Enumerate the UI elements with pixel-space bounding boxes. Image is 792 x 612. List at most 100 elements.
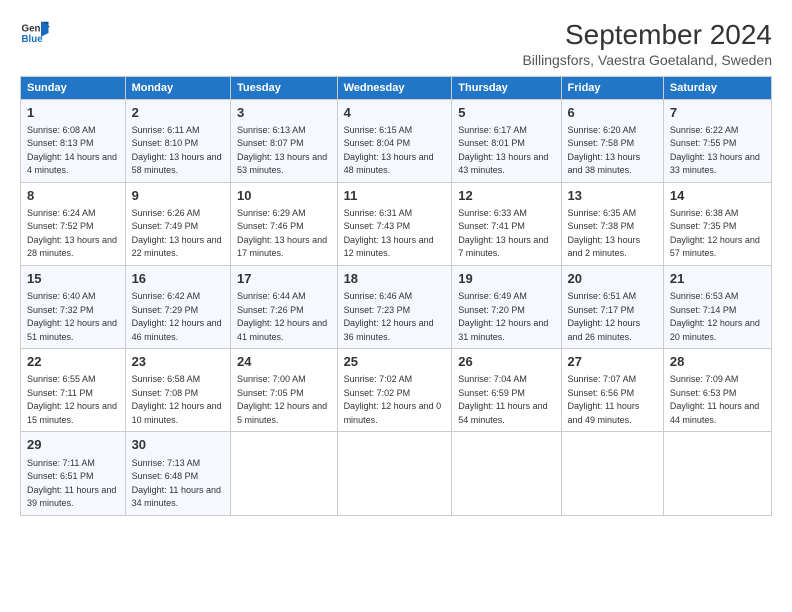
header: General Blue September 2024 Billingsfors… xyxy=(20,18,772,68)
day-header-friday: Friday xyxy=(561,76,663,99)
day-number: 20 xyxy=(568,270,657,288)
day-number: 21 xyxy=(670,270,765,288)
subtitle: Billingsfors, Vaestra Goetaland, Sweden xyxy=(522,52,772,68)
day-number: 30 xyxy=(132,436,224,454)
empty-cell xyxy=(561,432,663,515)
svg-text:Blue: Blue xyxy=(22,34,44,45)
day-number: 27 xyxy=(568,353,657,371)
day-info: Sunrise: 6:11 AMSunset: 8:10 PMDaylight:… xyxy=(132,124,224,178)
day-info: Sunrise: 6:22 AMSunset: 7:55 PMDaylight:… xyxy=(670,124,765,178)
day-number: 25 xyxy=(344,353,446,371)
day-number: 17 xyxy=(237,270,331,288)
day-cell-16: 16Sunrise: 6:42 AMSunset: 7:29 PMDayligh… xyxy=(125,265,230,348)
calendar-table: SundayMondayTuesdayWednesdayThursdayFrid… xyxy=(20,76,772,516)
title-block: September 2024 Billingsfors, Vaestra Goe… xyxy=(522,18,772,68)
page: General Blue September 2024 Billingsfors… xyxy=(0,0,792,612)
day-info: Sunrise: 6:51 AMSunset: 7:17 PMDaylight:… xyxy=(568,290,657,344)
day-cell-26: 26 Sunrise: 7:04 AMSunset: 6:59 PMDayligh… xyxy=(452,349,561,432)
day-info: Sunrise: 6:29 AMSunset: 7:46 PMDaylight:… xyxy=(237,207,331,261)
main-title: September 2024 xyxy=(522,18,772,52)
day-cell-29: 29Sunrise: 7:11 AMSunset: 6:51 PMDayligh… xyxy=(21,432,126,515)
day-info: Sunrise: 6:24 AMSunset: 7:52 PMDaylight:… xyxy=(27,207,119,261)
day-info: Sunrise: 7:11 AMSunset: 6:51 PMDaylight:… xyxy=(27,457,119,511)
day-header-monday: Monday xyxy=(125,76,230,99)
day-number: 15 xyxy=(27,270,119,288)
empty-cell xyxy=(231,432,338,515)
day-number: 12 xyxy=(458,187,554,205)
day-cell-13: 13Sunrise: 6:35 AMSunset: 7:38 PMDayligh… xyxy=(561,182,663,265)
day-info: Sunrise: 6:31 AMSunset: 7:43 PMDaylight:… xyxy=(344,207,446,261)
day-cell-30: 30Sunrise: 7:13 AMSunset: 6:48 PMDayligh… xyxy=(125,432,230,515)
day-cell-14: 14 Sunrise: 6:38 AMSunset: 7:35 PMDayligh… xyxy=(663,182,771,265)
day-info: Sunrise: 6:58 AMSunset: 7:08 PMDaylight:… xyxy=(132,373,224,427)
day-header-wednesday: Wednesday xyxy=(337,76,452,99)
empty-cell xyxy=(452,432,561,515)
day-header-tuesday: Tuesday xyxy=(231,76,338,99)
logo: General Blue xyxy=(20,18,50,48)
day-number: 8 xyxy=(27,187,119,205)
day-info: Sunrise: 6:55 AMSunset: 7:11 PMDaylight:… xyxy=(27,373,119,427)
week-row-5: 29Sunrise: 7:11 AMSunset: 6:51 PMDayligh… xyxy=(21,432,772,515)
day-cell-27: 27 Sunrise: 7:07 AMSunset: 6:56 PMDayligh… xyxy=(561,349,663,432)
day-info: Sunrise: 6:46 AMSunset: 7:23 PMDaylight:… xyxy=(344,290,446,344)
day-number: 24 xyxy=(237,353,331,371)
day-number: 4 xyxy=(344,104,446,122)
day-number: 6 xyxy=(568,104,657,122)
day-info: Sunrise: 6:42 AMSunset: 7:29 PMDaylight:… xyxy=(132,290,224,344)
day-info: Sunrise: 7:02 AMSunset: 7:02 PMDaylight:… xyxy=(344,373,446,427)
day-cell-18: 18 Sunrise: 6:46 AMSunset: 7:23 PMDayligh… xyxy=(337,265,452,348)
day-number: 26 xyxy=(458,353,554,371)
day-cell-21: 21 Sunrise: 6:53 AMSunset: 7:14 PMDayligh… xyxy=(663,265,771,348)
day-number: 28 xyxy=(670,353,765,371)
day-cell-28: 28 Sunrise: 7:09 AMSunset: 6:53 PMDayligh… xyxy=(663,349,771,432)
day-info: Sunrise: 6:20 AMSunset: 7:58 PMDaylight:… xyxy=(568,124,657,178)
day-cell-15: 15 Sunrise: 6:40 AMSunset: 7:32 PMDayligh… xyxy=(21,265,126,348)
day-info: Sunrise: 6:15 AMSunset: 8:04 PMDaylight:… xyxy=(344,124,446,178)
day-number: 14 xyxy=(670,187,765,205)
day-cell-3: 3 Sunrise: 6:13 AMSunset: 8:07 PMDaylight… xyxy=(231,99,338,182)
day-cell-19: 19 Sunrise: 6:49 AMSunset: 7:20 PMDayligh… xyxy=(452,265,561,348)
day-number: 23 xyxy=(132,353,224,371)
day-number: 7 xyxy=(670,104,765,122)
day-header-sunday: Sunday xyxy=(21,76,126,99)
day-number: 3 xyxy=(237,104,331,122)
day-info: Sunrise: 7:04 AMSunset: 6:59 PMDaylight:… xyxy=(458,373,554,427)
day-number: 1 xyxy=(27,104,119,122)
empty-cell xyxy=(663,432,771,515)
day-cell-23: 23 Sunrise: 6:58 AMSunset: 7:08 PMDayligh… xyxy=(125,349,230,432)
day-number: 19 xyxy=(458,270,554,288)
week-row-2: 8 Sunrise: 6:24 AMSunset: 7:52 PMDaylight… xyxy=(21,182,772,265)
day-info: Sunrise: 6:40 AMSunset: 7:32 PMDaylight:… xyxy=(27,290,119,344)
day-header-thursday: Thursday xyxy=(452,76,561,99)
day-number: 10 xyxy=(237,187,331,205)
day-cell-8: 8 Sunrise: 6:24 AMSunset: 7:52 PMDaylight… xyxy=(21,182,126,265)
day-number: 11 xyxy=(344,187,446,205)
week-row-4: 22 Sunrise: 6:55 AMSunset: 7:11 PMDayligh… xyxy=(21,349,772,432)
day-cell-22: 22 Sunrise: 6:55 AMSunset: 7:11 PMDayligh… xyxy=(21,349,126,432)
day-cell-1: 1 Sunrise: 6:08 AMSunset: 8:13 PMDaylight… xyxy=(21,99,126,182)
day-cell-17: 17 Sunrise: 6:44 AMSunset: 7:26 PMDayligh… xyxy=(231,265,338,348)
day-info: Sunrise: 7:07 AMSunset: 6:56 PMDaylight:… xyxy=(568,373,657,427)
day-header-saturday: Saturday xyxy=(663,76,771,99)
day-number: 18 xyxy=(344,270,446,288)
day-cell-12: 12Sunrise: 6:33 AMSunset: 7:41 PMDayligh… xyxy=(452,182,561,265)
day-cell-25: 25 Sunrise: 7:02 AMSunset: 7:02 PMDayligh… xyxy=(337,349,452,432)
day-number: 5 xyxy=(458,104,554,122)
day-number: 22 xyxy=(27,353,119,371)
day-info: Sunrise: 6:49 AMSunset: 7:20 PMDaylight:… xyxy=(458,290,554,344)
day-info: Sunrise: 6:38 AMSunset: 7:35 PMDaylight:… xyxy=(670,207,765,261)
day-info: Sunrise: 6:44 AMSunset: 7:26 PMDaylight:… xyxy=(237,290,331,344)
logo-icon: General Blue xyxy=(20,18,50,48)
day-cell-6: 6 Sunrise: 6:20 AMSunset: 7:58 PMDaylight… xyxy=(561,99,663,182)
day-info: Sunrise: 6:53 AMSunset: 7:14 PMDaylight:… xyxy=(670,290,765,344)
day-info: Sunrise: 7:09 AMSunset: 6:53 PMDaylight:… xyxy=(670,373,765,427)
day-number: 9 xyxy=(132,187,224,205)
day-cell-4: 4 Sunrise: 6:15 AMSunset: 8:04 PMDaylight… xyxy=(337,99,452,182)
week-row-3: 15 Sunrise: 6:40 AMSunset: 7:32 PMDayligh… xyxy=(21,265,772,348)
day-info: Sunrise: 6:08 AMSunset: 8:13 PMDaylight:… xyxy=(27,124,119,178)
day-cell-5: 5Sunrise: 6:17 AMSunset: 8:01 PMDaylight… xyxy=(452,99,561,182)
day-number: 2 xyxy=(132,104,224,122)
day-cell-20: 20 Sunrise: 6:51 AMSunset: 7:17 PMDayligh… xyxy=(561,265,663,348)
day-info: Sunrise: 6:13 AMSunset: 8:07 PMDaylight:… xyxy=(237,124,331,178)
day-cell-24: 24Sunrise: 7:00 AMSunset: 7:05 PMDayligh… xyxy=(231,349,338,432)
